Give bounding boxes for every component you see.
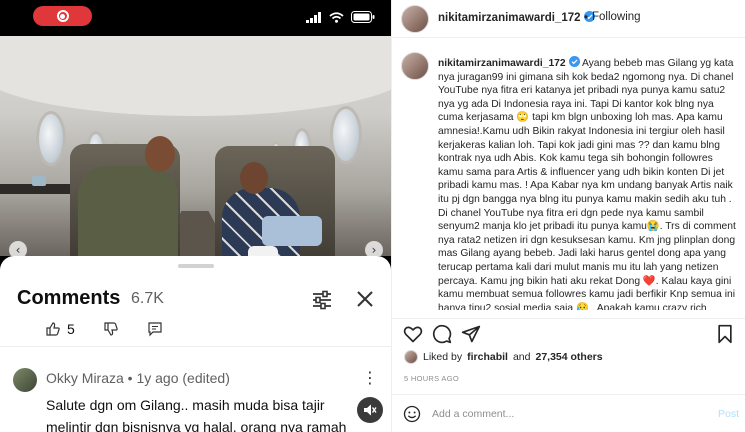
close-icon[interactable] — [353, 287, 377, 311]
phone-status-bar — [0, 0, 391, 36]
caption: nikitamirzanimawardi_172 Ayang bebeb mas… — [438, 56, 738, 310]
more-vertical-icon[interactable]: ⋮ — [362, 368, 378, 387]
signal-icon — [306, 11, 321, 23]
drag-handle[interactable] — [178, 264, 214, 268]
mute-icon[interactable] — [357, 397, 383, 423]
thumbs-up-icon[interactable] — [45, 321, 61, 337]
post-details-panel: nikitamirzanimawardi_172 • Following nik… — [391, 0, 745, 432]
add-comment-bar: Post — [392, 394, 745, 432]
liked-by-prefix: Liked by — [423, 351, 463, 363]
chevron-right-icon[interactable]: › — [365, 241, 383, 256]
comments-title: Comments — [17, 287, 121, 309]
caption-author-avatar[interactable] — [401, 52, 429, 80]
liked-by-user[interactable]: firchabil — [467, 351, 508, 363]
following-button[interactable]: Following — [592, 11, 641, 23]
caption-scroll[interactable]: nikitamirzanimawardi_172 Ayang bebeb mas… — [392, 46, 745, 310]
comment-icon[interactable] — [432, 324, 452, 344]
author-username[interactable]: nikitamirzanimawardi_172 — [438, 11, 595, 24]
add-comment-input[interactable] — [432, 404, 702, 424]
caption-author-username[interactable]: nikitamirzanimawardi_172 — [438, 58, 566, 69]
heart-icon[interactable] — [403, 324, 423, 344]
post-actions — [392, 318, 745, 346]
liker-avatar — [404, 350, 418, 364]
record-icon — [33, 6, 92, 26]
likes-count[interactable]: 27,354 others — [535, 351, 602, 363]
comments-sheet: Comments 6.7K 5 Okky Miraza • 1y ago (ed… — [0, 256, 391, 432]
emoji-icon[interactable] — [403, 405, 421, 423]
battery-icon — [351, 11, 375, 23]
bookmark-icon[interactable] — [715, 324, 735, 344]
thumbs-down-icon[interactable] — [103, 321, 119, 337]
post-button[interactable]: Post — [718, 408, 739, 420]
separator-dot: • — [584, 10, 589, 24]
caption-text: Ayang bebeb mas Gilang yg kata nya jurag… — [438, 58, 736, 310]
video-frame[interactable]: ‹ › — [0, 36, 391, 256]
previous-comment-actions: 5 — [45, 321, 163, 337]
liked-by-and: and — [512, 351, 531, 363]
reply-icon[interactable] — [147, 321, 163, 337]
share-icon[interactable] — [461, 324, 481, 344]
likes-summary[interactable]: Liked by firchabil and 27,354 others — [404, 350, 603, 364]
chevron-left-icon[interactable]: ‹ — [9, 241, 27, 256]
commenter-avatar[interactable] — [13, 368, 37, 392]
comments-count: 6.7K — [131, 290, 164, 307]
author-avatar[interactable] — [401, 5, 429, 33]
like-count: 5 — [67, 321, 75, 337]
verified-badge-icon — [568, 56, 580, 67]
comment-author[interactable]: Okky Miraza • 1y ago (edited) — [46, 370, 230, 386]
comment-text: Salute dgn om Gilang.. masih muda bisa t… — [46, 397, 347, 432]
sort-filter-icon[interactable] — [310, 287, 334, 311]
post-timestamp[interactable]: 5 HOURS AGO — [404, 374, 459, 383]
post-media[interactable]: ‹ › Comments 6.7K 5 Okky Miraza • 1y ago… — [0, 0, 391, 432]
post-header: nikitamirzanimawardi_172 • Following — [392, 0, 745, 38]
wifi-icon — [329, 11, 344, 23]
